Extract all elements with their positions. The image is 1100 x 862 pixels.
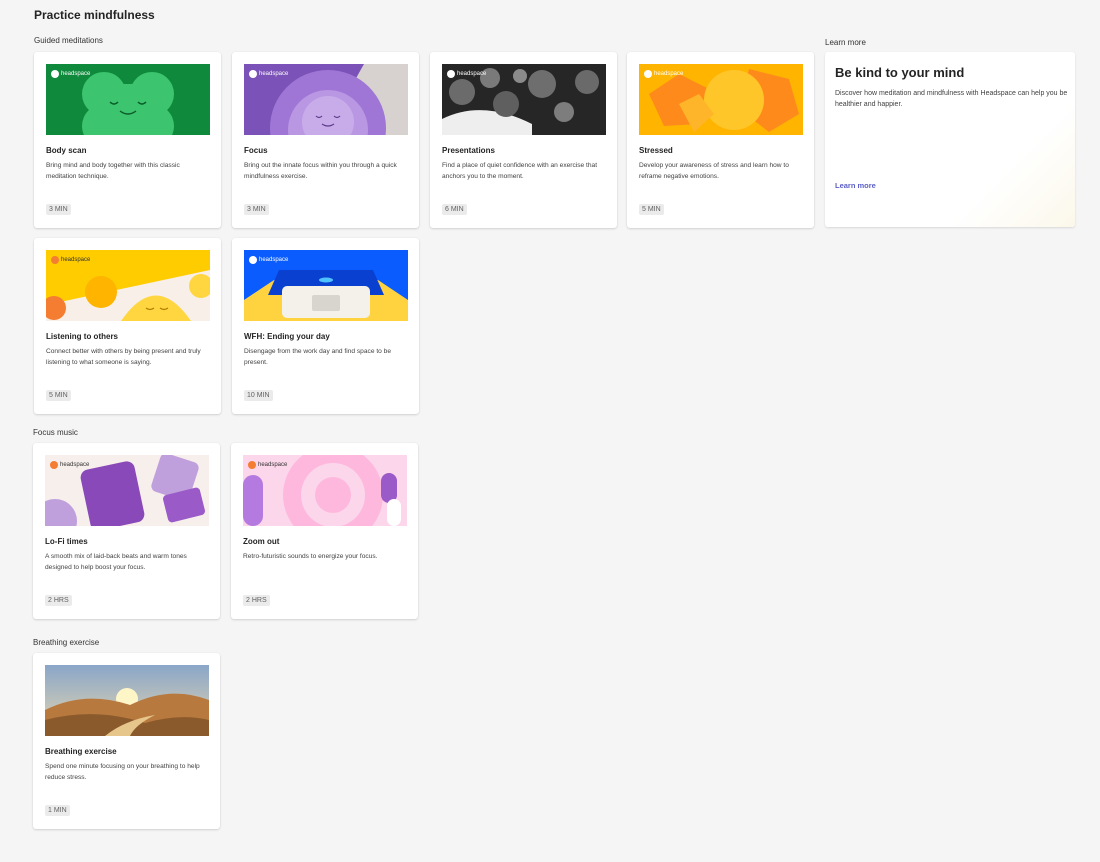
headspace-logo: headspace [249, 70, 288, 78]
headspace-logo: headspace [51, 256, 90, 264]
page-title: Practice mindfulness [34, 8, 155, 22]
card-description: Develop your awareness of stress and lea… [639, 162, 789, 180]
duration-badge: 3 MIN [244, 204, 269, 215]
card-description: Bring mind and body together with this c… [46, 162, 180, 180]
card-description: Find a place of quiet confidence with an… [442, 162, 598, 180]
wfh-thumbnail: headspace [244, 250, 408, 321]
headspace-promo-card: Be kind to your mind Discover how medita… [825, 52, 1075, 227]
learn-more-link[interactable]: Learn more [835, 181, 876, 190]
card-description: A smooth mix of laid-back beats and warm… [45, 553, 187, 571]
card-stressed[interactable]: headspace Stressed Develop your awarenes… [627, 52, 814, 228]
card-lofi-times[interactable]: headspace Lo-Fi times A smooth mix of la… [33, 443, 220, 619]
duration-badge: 3 MIN [46, 204, 71, 215]
card-body-scan[interactable]: headspace Body scan Bring mind and body … [34, 52, 221, 228]
listening-thumbnail: headspace [46, 250, 210, 321]
headspace-dot-icon [249, 70, 257, 78]
section-label-guided: Guided meditations [34, 36, 103, 45]
headspace-dot-icon [51, 70, 59, 78]
card-title: Stressed [639, 146, 673, 155]
duration-badge: 10 MIN [244, 390, 273, 401]
headspace-logo: headspace [51, 70, 90, 78]
promo-heading: Be kind to your mind [835, 65, 965, 80]
stressed-thumbnail: headspace [639, 64, 803, 135]
card-description: Retro-futuristic sounds to energize your… [243, 553, 378, 560]
card-title: Focus [244, 146, 268, 155]
section-label-breathing: Breathing exercise [33, 638, 100, 647]
card-focus[interactable]: headspace Focus Bring out the innate foc… [232, 52, 419, 228]
card-presentations[interactable]: headspace Presentations Find a place of … [430, 52, 617, 228]
focus-thumbnail: headspace [244, 64, 408, 135]
card-breathing-exercise[interactable]: Breathing exercise Spend one minute focu… [33, 653, 220, 829]
card-zoom-out[interactable]: headspace Zoom out Retro-futuristic soun… [231, 443, 418, 619]
duration-badge: 1 MIN [45, 805, 70, 816]
headspace-dot-icon [249, 256, 257, 264]
card-wfh-ending-your-day[interactable]: headspace WFH: Ending your day Disengage… [232, 238, 419, 414]
duration-badge: 2 HRS [45, 595, 72, 606]
headspace-dot-icon [248, 461, 256, 469]
card-title: WFH: Ending your day [244, 332, 330, 341]
presentations-thumbnail: headspace [442, 64, 606, 135]
headspace-logo: headspace [644, 70, 683, 78]
card-title: Listening to others [46, 332, 118, 341]
card-title: Presentations [442, 146, 495, 155]
card-title: Breathing exercise [45, 747, 117, 756]
headspace-logo: headspace [50, 461, 89, 469]
body-scan-thumbnail: headspace [46, 64, 210, 135]
duration-badge: 6 MIN [442, 204, 467, 215]
headspace-dot-icon [447, 70, 455, 78]
duration-badge: 5 MIN [46, 390, 71, 401]
duration-badge: 5 MIN [639, 204, 664, 215]
section-label-focus-music: Focus music [33, 428, 78, 437]
breathing-thumbnail [45, 665, 209, 736]
headspace-logo: headspace [248, 461, 287, 469]
promo-text: Discover how meditation and mindfulness … [835, 90, 1068, 108]
headspace-dot-icon [50, 461, 58, 469]
zoom-out-thumbnail: headspace [243, 455, 407, 526]
card-title: Lo-Fi times [45, 537, 88, 546]
card-title: Body scan [46, 146, 87, 155]
card-description: Connect better with others by being pres… [46, 348, 201, 366]
section-label-learn-more: Learn more [825, 38, 866, 47]
duration-badge: 2 HRS [243, 595, 270, 606]
headspace-dot-icon [51, 256, 59, 264]
lofi-thumbnail: headspace [45, 455, 209, 526]
card-description: Spend one minute focusing on your breath… [45, 763, 200, 781]
card-description: Disengage from the work day and find spa… [244, 348, 391, 366]
card-title: Zoom out [243, 537, 280, 546]
card-description: Bring out the innate focus within you th… [244, 162, 397, 180]
headspace-logo: headspace [447, 70, 486, 78]
card-listening-to-others[interactable]: headspace Listening to others Connect be… [34, 238, 221, 414]
headspace-logo: headspace [249, 256, 288, 264]
headspace-dot-icon [644, 70, 652, 78]
